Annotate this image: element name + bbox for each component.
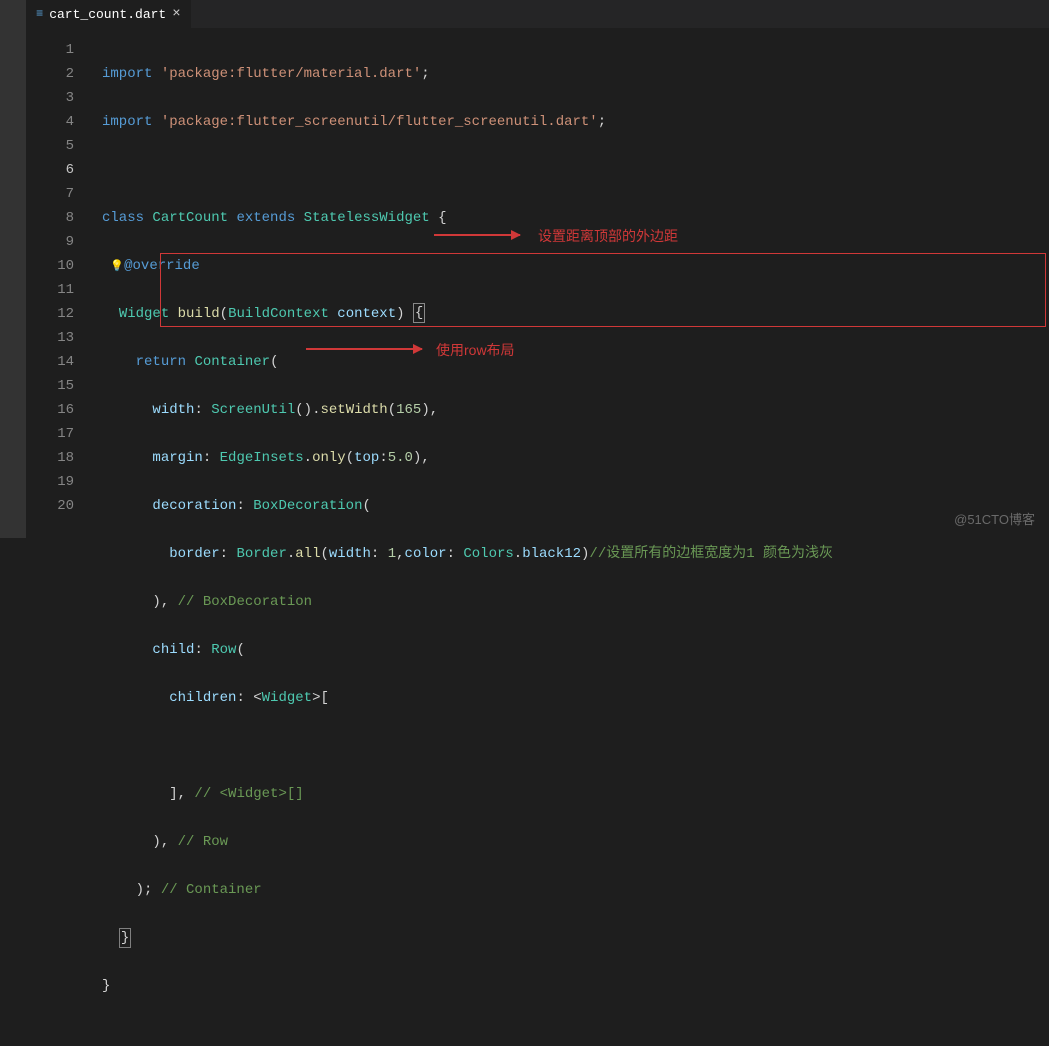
tab-bar: ≡ cart_count.dart × [26, 0, 1049, 28]
code-line: child: Row( [102, 638, 833, 662]
code-line: ), // Row [102, 830, 833, 854]
code-line [102, 158, 833, 182]
code-line: 💡@override [102, 254, 833, 278]
annotation-arrow-icon [306, 348, 422, 350]
code-line: } [102, 974, 833, 998]
code-line: ), // BoxDecoration [102, 590, 833, 614]
code-editor[interactable]: 1 2 3 4 5 6 7 8 9 10 11 12 13 14 15 16 1… [26, 28, 1049, 538]
tab-filename: cart_count.dart [49, 7, 166, 22]
code-line: children: <Widget>[ [102, 686, 833, 710]
code-line: import 'package:flutter_screenutil/flutt… [102, 110, 833, 134]
code-line: width: ScreenUtil().setWidth(165), [102, 398, 833, 422]
watermark: @51CTO博客 [954, 509, 1035, 528]
code-line: } [102, 926, 833, 950]
code-line: ], // <Widget>[] [102, 782, 833, 806]
bracket-match: } [119, 928, 131, 948]
file-tab[interactable]: ≡ cart_count.dart × [26, 0, 191, 28]
dart-file-icon: ≡ [36, 7, 43, 21]
lightbulb-icon[interactable]: 💡 [110, 261, 124, 273]
annotation-text: 使用row布局 [436, 340, 515, 360]
code-line: Widget build(BuildContext context) { [102, 302, 833, 326]
code-line: ); // Container [102, 878, 833, 902]
line-number-gutter: 1 2 3 4 5 6 7 8 9 10 11 12 13 14 15 16 1… [26, 38, 100, 518]
code-content[interactable]: import 'package:flutter/material.dart'; … [102, 38, 833, 1046]
activity-bar [0, 0, 26, 538]
cursor: { [413, 303, 425, 323]
annotation-text: 设置距离顶部的外边距 [538, 226, 678, 246]
code-line: import 'package:flutter/material.dart'; [102, 62, 833, 86]
code-line: decoration: BoxDecoration( [102, 494, 833, 518]
code-line: class CartCount extends StatelessWidget … [102, 206, 833, 230]
close-icon[interactable]: × [172, 6, 180, 22]
code-line: border: Border.all(width: 1,color: Color… [102, 542, 833, 566]
code-line [102, 734, 833, 758]
annotation-arrow-icon [434, 234, 520, 236]
code-line: margin: EdgeInsets.only(top:5.0), [102, 446, 833, 470]
